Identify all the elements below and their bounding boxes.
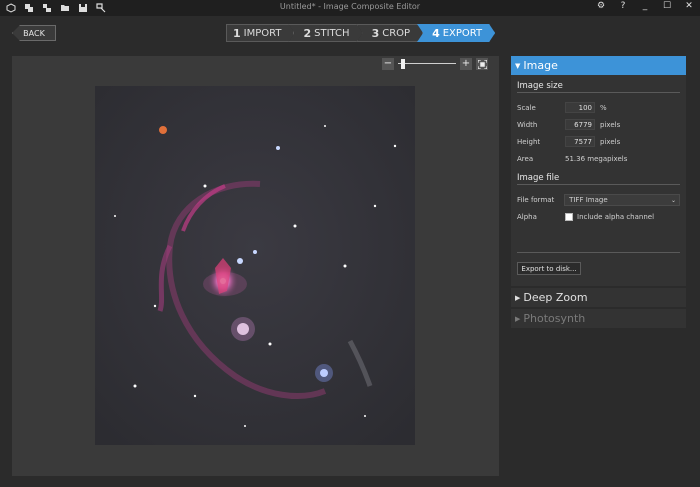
maximize-button[interactable]: ☐ [662, 1, 672, 11]
section-image-header[interactable]: ▼ Image [511, 56, 686, 75]
fit-to-window-icon[interactable] [476, 58, 488, 70]
zoom-in-button[interactable]: + [460, 58, 472, 70]
step-stitch[interactable]: 2 STITCH [288, 24, 362, 42]
new-project-icon[interactable] [6, 3, 16, 13]
area-label: Area [517, 154, 534, 163]
chevron-right-icon: ▶ [515, 293, 521, 302]
chevron-down-icon: ▼ [515, 61, 521, 70]
section-title: Photosynth [523, 312, 586, 325]
alpha-checkbox[interactable] [565, 212, 573, 221]
panorama-image [95, 86, 415, 445]
section-title: Deep Zoom [523, 291, 588, 304]
zoom-slider-thumb[interactable] [400, 59, 405, 69]
divider [517, 252, 680, 253]
toolbar [0, 3, 106, 13]
new-panorama-icon[interactable] [24, 3, 34, 13]
step-number: 1 [233, 26, 241, 40]
step-import[interactable]: 1 IMPORT [226, 24, 294, 42]
export-to-disk-button[interactable]: Export to disk... [517, 262, 581, 275]
window-controls: ⚙ ? _ ☐ ✕ [596, 1, 694, 11]
step-crop[interactable]: 3 CROP [357, 24, 424, 42]
section-photosynth-header: ▶ Photosynth [511, 309, 686, 328]
preview-canvas[interactable]: − + [12, 56, 499, 476]
scale-label: Scale [517, 103, 536, 112]
alpha-label: Alpha [517, 212, 537, 221]
scale-unit: % [600, 103, 607, 112]
close-button[interactable]: ✕ [684, 1, 694, 11]
open-project-icon[interactable] [60, 3, 70, 13]
settings-icon[interactable]: ⚙ [596, 1, 606, 11]
chevron-down-icon: ⌄ [670, 196, 676, 204]
workflow-bar: BACK 1 IMPORT 2 STITCH 3 CROP 4 EXPORT [0, 16, 700, 50]
file-format-select[interactable]: TIFF Image ⌄ [564, 193, 680, 206]
area-value: 51.36 megapixels [565, 154, 628, 163]
height-input[interactable]: 7577 [565, 136, 595, 147]
step-export[interactable]: 4 EXPORT [417, 24, 495, 42]
zoom-controls: − + [382, 58, 488, 70]
image-file-heading: Image file [517, 173, 680, 185]
file-format-value: TIFF Image [569, 195, 608, 204]
new-panorama-from-video-icon[interactable] [42, 3, 52, 13]
area-row: Area 51.36 megapixels [517, 150, 680, 167]
help-icon[interactable]: ? [618, 1, 628, 11]
save-project-icon[interactable] [78, 3, 88, 13]
title-bar: Untitled* - Image Composite Editor ⚙ ? _… [0, 0, 700, 16]
width-unit: pixels [600, 120, 621, 129]
step-number: 3 [371, 26, 380, 40]
height-row: Height 7577 pixels [517, 133, 680, 150]
zoom-out-button[interactable]: − [382, 58, 394, 70]
section-image-body: Image size Scale 100 % Width 6779 pixels… [511, 75, 686, 286]
width-label: Width [517, 120, 538, 129]
section-deep-zoom-header[interactable]: ▶ Deep Zoom [511, 288, 686, 307]
back-button[interactable]: BACK [12, 25, 56, 41]
step-label: IMPORT [243, 27, 282, 39]
image-size-heading: Image size [517, 81, 680, 93]
workflow-steps: 1 IMPORT 2 STITCH 3 CROP 4 EXPORT [226, 24, 489, 42]
step-label: EXPORT [442, 27, 483, 39]
scale-row: Scale 100 % [517, 99, 680, 116]
format-row: File format TIFF Image ⌄ [517, 191, 680, 208]
width-input[interactable]: 6779 [565, 119, 595, 130]
section-title: Image [523, 59, 558, 72]
zoom-slider[interactable] [398, 58, 456, 70]
alpha-option-label[interactable]: Include alpha channel [577, 213, 654, 221]
height-unit: pixels [600, 137, 621, 146]
width-row: Width 6779 pixels [517, 116, 680, 133]
step-number: 4 [432, 26, 440, 40]
minimize-button[interactable]: _ [640, 1, 650, 11]
alpha-row: Alpha Include alpha channel [517, 208, 680, 225]
step-label: STITCH [314, 27, 350, 39]
publish-icon[interactable] [96, 3, 106, 13]
app-window: Untitled* - Image Composite Editor ⚙ ? _… [0, 0, 700, 487]
step-number: 2 [303, 26, 312, 40]
properties-panel: ▼ Image Image size Scale 100 % Width 677… [511, 56, 686, 328]
format-label: File format [517, 195, 555, 204]
scale-input[interactable]: 100 [565, 102, 595, 113]
chevron-right-icon: ▶ [515, 314, 521, 323]
zoom-slider-track [398, 63, 456, 64]
height-label: Height [517, 137, 541, 146]
step-label: CROP [382, 27, 411, 39]
